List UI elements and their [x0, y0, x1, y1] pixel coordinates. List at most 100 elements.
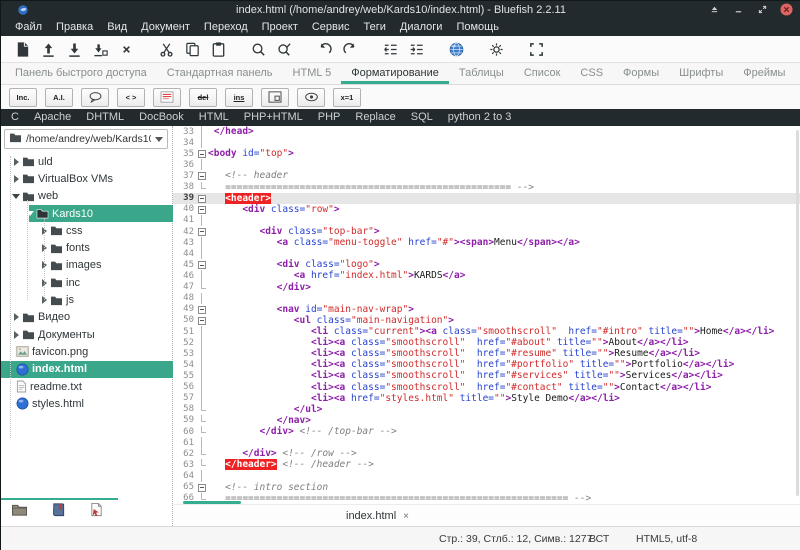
fold-marker[interactable]: [194, 159, 208, 170]
fold-marker[interactable]: [194, 170, 208, 181]
menu-item-8[interactable]: Диалоги: [393, 19, 450, 36]
mode-DHTML[interactable]: DHTML: [86, 109, 124, 126]
fold-marker[interactable]: [194, 382, 208, 393]
tree-item-VirtualBox VMs[interactable]: VirtualBox VMs: [1, 170, 173, 187]
undo-button[interactable]: [311, 38, 337, 61]
menu-item-4[interactable]: Переход: [197, 19, 255, 36]
indent-button[interactable]: [403, 38, 429, 61]
fold-marker[interactable]: [194, 426, 208, 437]
find-button[interactable]: [245, 38, 271, 61]
tab-Таблицы[interactable]: Таблицы: [449, 63, 514, 84]
find-and-replace-button[interactable]: [271, 38, 297, 61]
mode-C[interactable]: C: [11, 109, 19, 126]
tab-Шрифты[interactable]: Шрифты: [669, 63, 733, 84]
save-file-button[interactable]: [61, 38, 87, 61]
menu-item-2[interactable]: Вид: [100, 19, 134, 36]
restore-button[interactable]: [756, 3, 769, 16]
minimize-button[interactable]: [732, 3, 745, 16]
fold-marker[interactable]: [194, 370, 208, 381]
menu-item-6[interactable]: Сервис: [305, 19, 357, 36]
file-item-index.html[interactable]: index.html: [1, 361, 173, 378]
fold-marker[interactable]: [194, 470, 208, 481]
title-bar[interactable]: index.html (/home/andrey/web/Kards10/ind…: [1, 1, 800, 19]
file-item-readme.txt[interactable]: readme.txt: [1, 378, 173, 395]
save-file-as-button[interactable]: [87, 38, 113, 61]
tab-Стандартная панель[interactable]: Стандартная панель: [157, 63, 283, 84]
cut-button[interactable]: [153, 38, 179, 61]
vertical-scrollbar[interactable]: [796, 130, 799, 496]
paste-button[interactable]: [205, 38, 231, 61]
fold-marker[interactable]: [194, 482, 208, 493]
file-item-styles.html[interactable]: styles.html: [1, 395, 173, 412]
expander-icon[interactable]: [11, 313, 21, 321]
file-browser-tab[interactable]: [11, 502, 28, 522]
menu-item-0[interactable]: Файл: [8, 19, 49, 36]
fold-marker[interactable]: [194, 126, 208, 137]
format-button-< >[interactable]: < >: [117, 88, 145, 107]
tab-CSS[interactable]: CSS: [570, 63, 613, 84]
directory-combo[interactable]: /home/andrey/web/Kards10: [4, 129, 168, 149]
new-document-button[interactable]: [9, 38, 35, 61]
fold-marker[interactable]: [194, 415, 208, 426]
tree-item-uld[interactable]: uld: [1, 153, 173, 170]
mode-Apache[interactable]: Apache: [34, 109, 71, 126]
bookmarks-tab[interactable]: [50, 502, 67, 522]
close-icon[interactable]: ×: [403, 511, 409, 522]
tab-Список[interactable]: Список: [514, 63, 571, 84]
tab-HTML 5[interactable]: HTML 5: [283, 63, 342, 84]
fold-marker[interactable]: [194, 137, 208, 148]
fold-marker[interactable]: [194, 182, 208, 193]
mode-Replace[interactable]: Replace: [355, 109, 395, 126]
mode-SQL[interactable]: SQL: [411, 109, 433, 126]
frame-icon[interactable]: [261, 88, 289, 107]
fold-marker[interactable]: [194, 359, 208, 370]
fold-marker[interactable]: [194, 459, 208, 470]
tab-Форматирование[interactable]: Форматирование: [341, 63, 449, 84]
fold-marker[interactable]: [194, 326, 208, 337]
pre-icon[interactable]: [153, 88, 181, 107]
format-button-A.I.[interactable]: A.I.: [45, 88, 73, 107]
menu-item-3[interactable]: Документ: [134, 19, 197, 36]
copy-button[interactable]: [179, 38, 205, 61]
menu-item-7[interactable]: Теги: [357, 19, 393, 36]
fold-marker[interactable]: [194, 282, 208, 293]
fold-marker[interactable]: [194, 337, 208, 348]
expander-icon[interactable]: [11, 158, 21, 166]
external-tools-button[interactable]: [483, 38, 509, 61]
file-item-favicon.png[interactable]: favicon.png: [1, 343, 173, 360]
redo-button[interactable]: [337, 38, 363, 61]
fold-marker[interactable]: [194, 237, 208, 248]
fold-marker[interactable]: [194, 204, 208, 215]
menu-item-5[interactable]: Проект: [255, 19, 305, 36]
preview-in-browser-button[interactable]: [443, 38, 469, 61]
mode-PHP+HTML[interactable]: PHP+HTML: [244, 109, 303, 126]
fold-marker[interactable]: [194, 404, 208, 415]
mode-python 2 to 3[interactable]: python 2 to 3: [448, 109, 512, 126]
fold-marker[interactable]: [194, 259, 208, 270]
fold-marker[interactable]: [194, 315, 208, 326]
fold-marker[interactable]: [194, 437, 208, 448]
expander-icon[interactable]: [11, 331, 21, 339]
menu-item-1[interactable]: Правка: [49, 19, 100, 36]
fold-marker[interactable]: [194, 448, 208, 459]
close-document-button[interactable]: [113, 38, 139, 61]
fold-marker[interactable]: [194, 393, 208, 404]
tab-Панель быстрого доступа[interactable]: Панель быстрого доступа: [5, 63, 157, 84]
comment-icon[interactable]: [81, 88, 109, 107]
tab-Фреймы[interactable]: Фреймы: [733, 63, 795, 84]
fold-marker[interactable]: [194, 215, 208, 226]
fold-marker[interactable]: [194, 270, 208, 281]
mode-HTML[interactable]: HTML: [199, 109, 229, 126]
format-button-x=1[interactable]: x=1: [333, 88, 361, 107]
unindent-button[interactable]: [377, 38, 403, 61]
format-button-ins[interactable]: ins: [225, 88, 253, 107]
format-button-Inc.[interactable]: Inc.: [9, 88, 37, 107]
mode-PHP[interactable]: PHP: [318, 109, 341, 126]
tab-index-html[interactable]: index.html ×: [346, 505, 409, 527]
fold-marker[interactable]: [194, 148, 208, 159]
fold-marker[interactable]: [194, 293, 208, 304]
open-file-button[interactable]: [35, 38, 61, 61]
fold-marker[interactable]: [194, 226, 208, 237]
menu-item-9[interactable]: Помощь: [449, 19, 506, 36]
expander-icon[interactable]: [11, 194, 21, 199]
